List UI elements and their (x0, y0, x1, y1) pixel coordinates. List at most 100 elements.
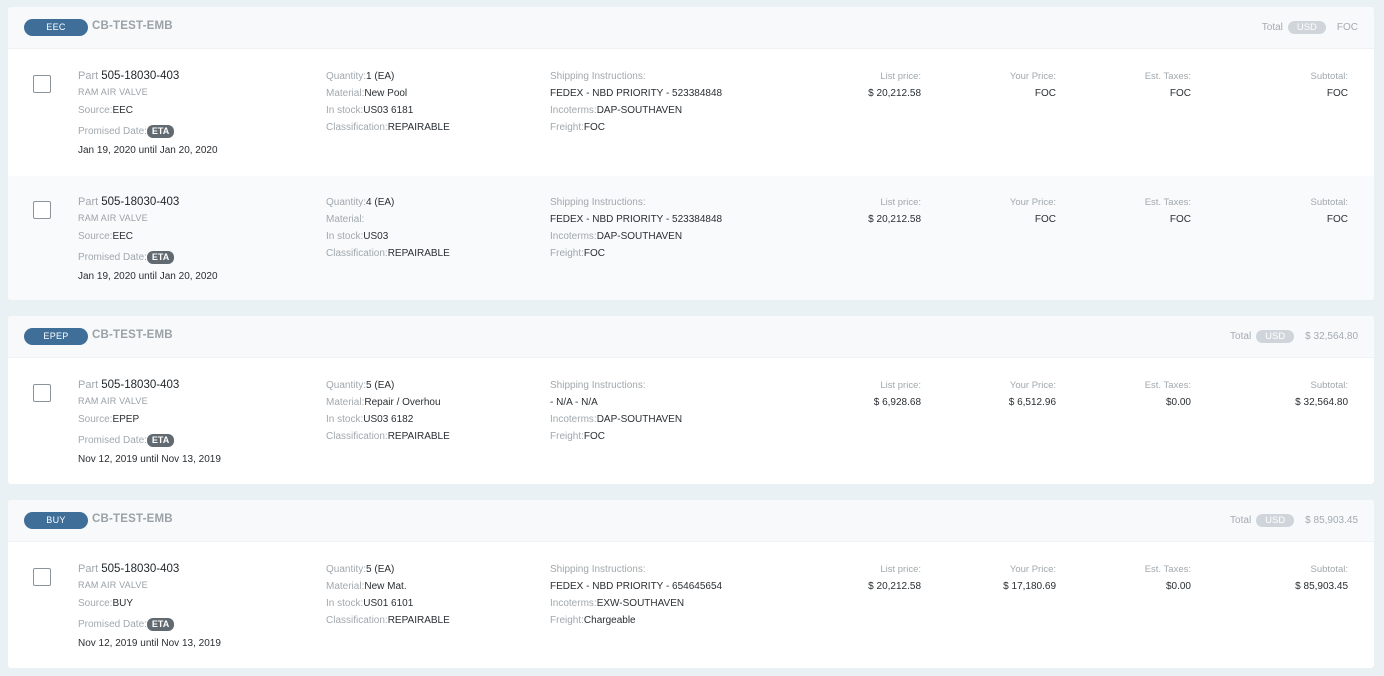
shipping-value: FEDEX - NBD PRIORITY - 654645654 (550, 581, 723, 592)
your-price-label: Your Price: (1009, 380, 1056, 391)
part-description: RAM AIR VALVE (78, 580, 148, 590)
stock-label: In stock: (326, 598, 364, 609)
material-label: Material: (326, 397, 365, 408)
total-amount: FOC (1336, 22, 1358, 33)
stock-value: US03 6182 (363, 414, 414, 425)
stock-value: US03 6181 (363, 105, 414, 116)
material-label: Material: (326, 581, 365, 592)
your-price-value: $ 6,512.96 (1008, 397, 1056, 408)
quantity-label: Quantity: (326, 71, 367, 82)
subtotal-column: Subtotal: FOC (1238, 68, 1349, 102)
incoterms-value: EXW-SOUTHAVEN (596, 598, 685, 609)
material-value: New Pool (364, 88, 408, 99)
order-group-epep: EPEP CB-TEST-EMB Total USD $ 32,564.80 P… (8, 316, 1374, 484)
line-item-row: Part 505-18030-403 RAM AIR VALVE Source:… (8, 176, 1374, 300)
taxes-column: Est. Taxes: $0.00 (1081, 377, 1191, 411)
select-checkbox[interactable] (33, 201, 51, 219)
group-header: EPEP CB-TEST-EMB Total USD $ 32,564.80 (8, 316, 1374, 358)
part-description: RAM AIR VALVE (78, 87, 148, 97)
shipping-value: - N/A - N/A (550, 397, 598, 408)
currency-badge: USD (1256, 514, 1295, 527)
eta-badge: ETA (146, 433, 175, 447)
freight-value: Chargeable (583, 615, 636, 626)
list-price-value: $ 20,212.58 (868, 214, 921, 225)
source-label: Source: (78, 105, 113, 116)
freight-label: Freight: (550, 248, 584, 259)
source-value: EEC (112, 231, 134, 242)
list-price-value: $ 20,212.58 (868, 581, 921, 592)
shipping-label: Shipping Instructions: (550, 71, 646, 82)
promised-date-range: Jan 19, 2020 until Jan 20, 2020 (78, 145, 218, 156)
taxes-value: FOC (1169, 214, 1191, 225)
total-label: Total (1261, 22, 1283, 33)
select-checkbox[interactable] (33, 75, 51, 93)
stock-label: In stock: (326, 105, 364, 116)
part-description: RAM AIR VALVE (78, 213, 148, 223)
part-label: Part (78, 379, 99, 391)
quantity-column: Quantity:4 (EA) Material: In stock:US03 … (326, 194, 541, 262)
material-label: Material: (326, 88, 365, 99)
eta-badge: ETA (146, 250, 175, 264)
taxes-column: Est. Taxes: $0.00 (1081, 561, 1191, 595)
incoterms-label: Incoterms: (550, 105, 597, 116)
taxes-column: Est. Taxes: FOC (1081, 194, 1191, 228)
part-label: Part (78, 70, 99, 82)
select-checkbox[interactable] (33, 384, 51, 402)
source-label: Source: (78, 414, 113, 425)
quantity-label: Quantity: (326, 564, 367, 575)
subtotal-label: Subtotal: (1310, 197, 1349, 208)
classification-label: Classification: (326, 248, 388, 259)
your-price-label: Your Price: (1009, 71, 1056, 82)
stock-value: US03 (363, 231, 389, 242)
quantity-value: 4 (EA) (366, 197, 395, 208)
taxes-label: Est. Taxes: (1144, 71, 1191, 82)
shipping-column: Shipping Instructions: - N/A - N/A Incot… (550, 377, 810, 445)
shipping-value: FEDEX - NBD PRIORITY - 523384848 (550, 214, 723, 225)
quantity-column: Quantity:5 (EA) Material:New Mat. In sto… (326, 561, 541, 629)
part-column: Part 505-18030-403 RAM AIR VALVE Source:… (78, 377, 308, 468)
material-value: New Mat. (364, 581, 407, 592)
subtotal-value: $ 32,564.80 (1295, 397, 1348, 408)
total-amount: $ 32,564.80 (1305, 331, 1358, 342)
list-price-column: List price: $ 20,212.58 (811, 194, 921, 228)
part-number[interactable]: 505-18030-403 (101, 563, 179, 575)
list-price-label: List price: (880, 564, 921, 575)
part-column: Part 505-18030-403 RAM AIR VALVE Source:… (78, 194, 308, 285)
source-label: Source: (78, 598, 113, 609)
part-label: Part (78, 196, 99, 208)
part-number[interactable]: 505-18030-403 (101, 379, 179, 391)
your-price-value: $ 17,180.69 (1003, 581, 1056, 592)
quantity-value: 5 (EA) (366, 380, 395, 391)
quantity-column: Quantity:1 (EA) Material:New Pool In sto… (326, 68, 541, 136)
subtotal-label: Subtotal: (1310, 71, 1349, 82)
freight-value: FOC (583, 431, 606, 442)
order-group-buy: BUY CB-TEST-EMB Total USD $ 85,903.45 Pa… (8, 500, 1374, 668)
subtotal-column: Subtotal: $ 85,903.45 (1238, 561, 1348, 595)
material-value: Repair / Overhou (364, 397, 441, 408)
taxes-value: $0.00 (1165, 397, 1191, 408)
your-price-label: Your Price: (1009, 564, 1056, 575)
source-value: EPEP (112, 414, 140, 425)
line-item-row: Part 505-18030-403 RAM AIR VALVE Source:… (8, 359, 1374, 484)
list-price-column: List price: $ 20,212.58 (811, 561, 921, 595)
your-price-column: Your Price: FOC (946, 194, 1056, 228)
taxes-value: $0.00 (1165, 581, 1191, 592)
incoterms-label: Incoterms: (550, 231, 597, 242)
part-description: RAM AIR VALVE (78, 396, 148, 406)
group-header: EEC CB-TEST-EMB Total USD FOC (8, 7, 1374, 49)
source-value: BUY (112, 598, 134, 609)
shipping-column: Shipping Instructions: FEDEX - NBD PRIOR… (550, 68, 810, 136)
promised-date-label: Promised Date: (78, 126, 147, 137)
source-value: EEC (112, 105, 134, 116)
part-number[interactable]: 505-18030-403 (101, 70, 179, 82)
part-number[interactable]: 505-18030-403 (101, 196, 179, 208)
classification-label: Classification: (326, 431, 388, 442)
classification-label: Classification: (326, 122, 388, 133)
classification-value: REPAIRABLE (387, 615, 450, 626)
taxes-label: Est. Taxes: (1144, 380, 1191, 391)
select-checkbox[interactable] (33, 568, 51, 586)
subtotal-value: FOC (1326, 88, 1348, 99)
your-price-column: Your Price: $ 17,180.69 (946, 561, 1056, 595)
promised-date-range: Nov 12, 2019 until Nov 13, 2019 (78, 638, 221, 649)
classification-value: REPAIRABLE (387, 431, 450, 442)
